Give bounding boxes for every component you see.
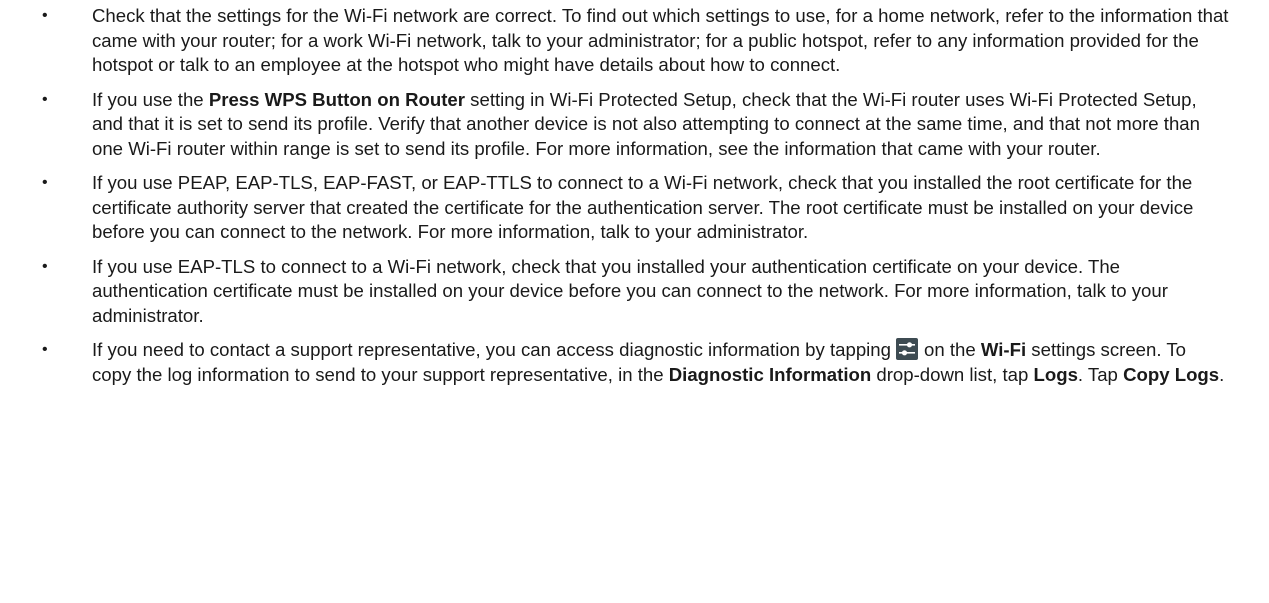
settings-sliders-icon: [895, 338, 918, 360]
item-text: If you use EAP-TLS to connect to a Wi-Fi…: [92, 255, 1168, 326]
troubleshooting-list: • Check that the settings for the Wi-Fi …: [42, 4, 1229, 387]
item-text: If you use the: [92, 88, 209, 110]
screen-name: Wi-Fi: [980, 339, 1027, 360]
item-text: If you use PEAP, EAP-TLS, EAP-FAST, or E…: [92, 172, 1194, 242]
action-name: Copy Logs: [1123, 363, 1220, 385]
item-text: If you need to contact a support represe…: [92, 339, 891, 360]
list-item: • If you use PEAP, EAP-TLS, EAP-FAST, or…: [42, 171, 1229, 245]
list-item: • Check that the settings for the Wi-Fi …: [42, 4, 1229, 78]
item-text: Check that the settings for the Wi-Fi ne…: [92, 5, 1229, 75]
document-page: • Check that the settings for the Wi-Fi …: [0, 4, 1269, 603]
dropdown-name: Diagnostic Information: [668, 363, 872, 385]
setting-name: Press WPS Button on Router: [208, 88, 466, 110]
bullet-marker: •: [42, 174, 48, 191]
item-text: .: [1219, 363, 1225, 385]
list-item: • If you use the Press WPS Button on Rou…: [42, 88, 1229, 162]
item-text: drop-down list, tap: [871, 363, 1034, 385]
bullet-marker: •: [42, 257, 48, 275]
item-text: . Tap: [1077, 363, 1124, 385]
bullet-marker: •: [42, 90, 48, 108]
item-text: on the: [923, 339, 981, 360]
option-name: Logs: [1033, 363, 1078, 385]
bullet-marker: •: [42, 341, 48, 358]
bullet-marker: •: [42, 7, 48, 24]
list-item: • If you use EAP-TLS to connect to a Wi-…: [42, 255, 1229, 329]
list-item: • If you need to contact a support repre…: [42, 338, 1229, 387]
